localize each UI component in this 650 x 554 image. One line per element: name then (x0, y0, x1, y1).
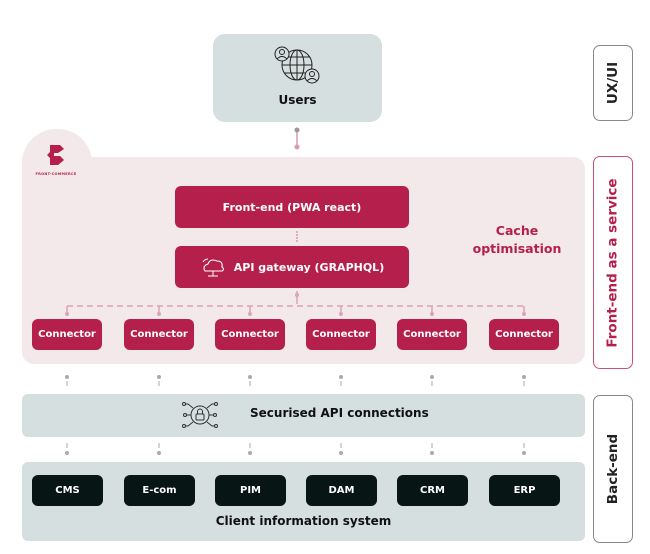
system-box-dam: DAM (306, 475, 377, 506)
layer-back-text: Back-end (605, 433, 622, 505)
layer-label-front: Front-end as a service (593, 156, 633, 369)
client-information-system-label: Client information system (215, 514, 392, 528)
system-box-crm: CRM (397, 475, 468, 506)
system-box-erp: ERP (489, 475, 560, 506)
system-box-ecom: E-com (124, 475, 195, 506)
secured-api-label: Securised API connections (250, 406, 429, 420)
layer-label-ux: UX/UI (593, 45, 633, 121)
layer-front-text: Front-end as a service (605, 177, 621, 348)
system-box-pim: PIM (215, 475, 286, 506)
lock-network-icon (182, 402, 218, 428)
layer-label-back: Back-end (593, 395, 633, 543)
system-box-cms: CMS (32, 475, 103, 506)
layer-ux-text: UX/UI (605, 61, 622, 105)
